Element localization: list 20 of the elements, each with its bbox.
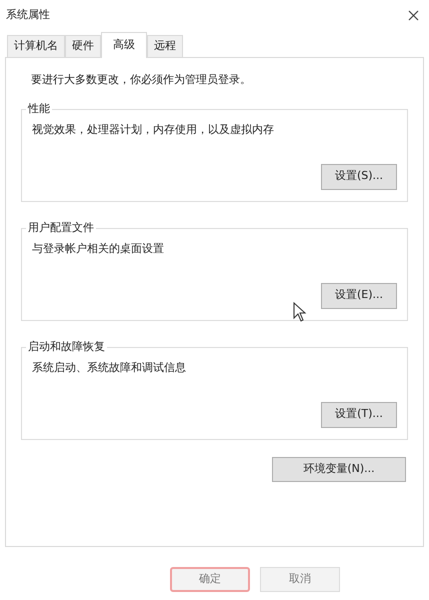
cancel-button[interactable]: 取消 — [260, 567, 340, 592]
tab[interactable]: 硬件 — [65, 35, 101, 57]
notice-text: 要进行大多数更改，你必须作为管理员登录。 — [31, 72, 252, 88]
group-title: 性能 — [26, 102, 52, 116]
tab[interactable]: 高级 — [101, 32, 147, 58]
group-title: 启动和故障恢复 — [26, 340, 107, 354]
tab[interactable]: 计算机名 — [7, 35, 65, 57]
tab[interactable]: 远程 — [147, 35, 183, 57]
settings-button[interactable]: 设置(E)... — [321, 282, 397, 308]
cursor-icon — [293, 302, 307, 322]
settings-button[interactable]: 设置(S)... — [321, 164, 397, 190]
group-description: 与登录帐户相关的桌面设置 — [32, 240, 165, 256]
group-description: 视觉效果，处理器计划，内存使用，以及虚拟内存 — [32, 122, 275, 138]
group-description: 系统启动、系统故障和调试信息 — [32, 360, 187, 376]
window-title: 系统属性 — [6, 6, 50, 23]
ok-button[interactable]: 确定 — [170, 567, 250, 592]
group-title: 用户配置文件 — [26, 220, 96, 234]
close-icon[interactable] — [408, 10, 419, 20]
environment-variables-button[interactable]: 环境变量(N)... — [272, 456, 406, 482]
settings-button[interactable]: 设置(T)... — [321, 402, 397, 428]
